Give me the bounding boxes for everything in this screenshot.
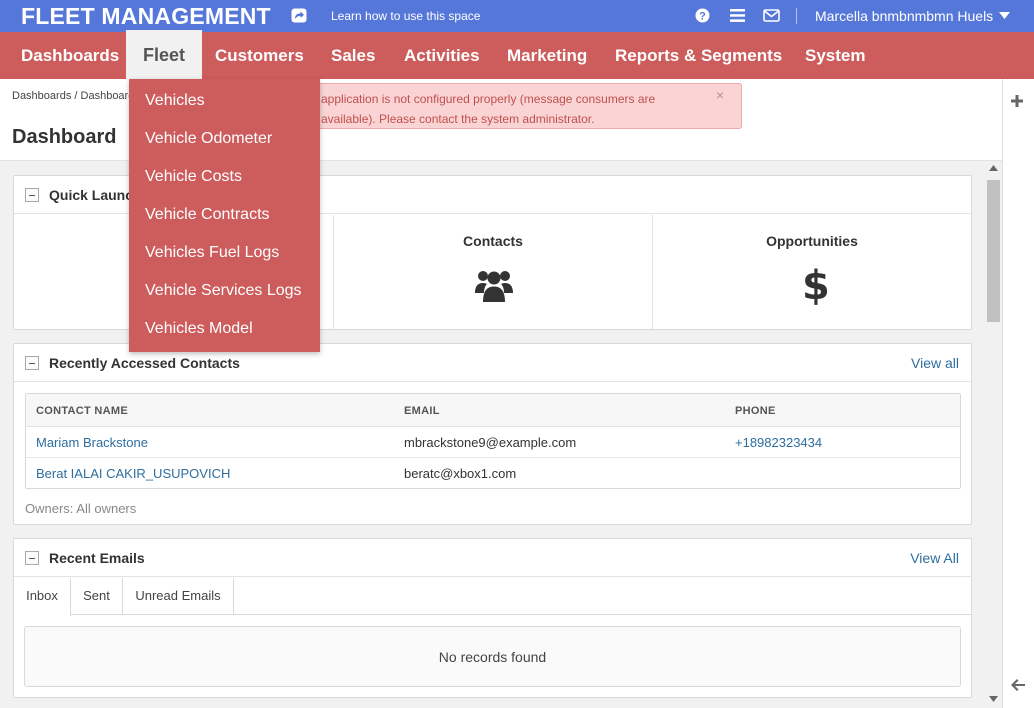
menu-item-vehicle-contracts[interactable]: Vehicle Contracts [145, 206, 270, 224]
arrow-left-icon[interactable] [1011, 679, 1025, 691]
tab-unread-emails[interactable]: Unread Emails [123, 578, 234, 615]
scroll-up-icon[interactable] [989, 165, 998, 171]
alert-message-line-2: available). Please contact the system ad… [321, 112, 595, 126]
alert-message: application is not configured properly (… [321, 89, 711, 129]
scroll-down-icon[interactable] [989, 696, 998, 702]
header-divider [796, 8, 797, 24]
owners-filter-text: Owners: All owners [25, 501, 137, 516]
breadcrumb-dashboards[interactable]: Dashboards [12, 90, 71, 102]
collapse-button[interactable] [25, 188, 39, 202]
tab-sent[interactable]: Sent [71, 578, 123, 615]
table-row[interactable]: Mariam Brackstone mbrackstone9@example.c… [26, 427, 960, 458]
user-menu[interactable]: Marcella bnmbnmbmn Huels [815, 8, 993, 24]
nav-marketing[interactable]: Marketing [507, 32, 587, 79]
column-header-email[interactable]: EMAIL [404, 405, 440, 417]
menu-item-vehicles-model[interactable]: Vehicles Model [145, 320, 253, 338]
nav-fleet[interactable]: Fleet [126, 30, 202, 80]
plus-icon[interactable] [1011, 95, 1023, 107]
widget-title: Recent Emails [49, 550, 145, 566]
widget-title: Recently Accessed Contacts [49, 355, 240, 371]
nav-activities[interactable]: Activities [404, 32, 480, 79]
contact-name[interactable]: Mariam Brackstone [36, 435, 148, 450]
column-header-phone[interactable]: PHONE [735, 405, 776, 417]
close-icon[interactable]: × [716, 87, 724, 103]
app-brand[interactable]: FLEET MANAGEMENT [21, 3, 271, 30]
empty-state-message: No records found [24, 626, 961, 687]
breadcrumb: Dashboards / Dashboard [12, 90, 134, 102]
menu-item-vehicles-fuel-logs[interactable]: Vehicles Fuel Logs [145, 244, 279, 262]
alert-message-line-1: application is not configured properly (… [321, 92, 656, 106]
collapse-button[interactable] [25, 551, 39, 565]
svg-text:?: ? [699, 11, 706, 23]
contact-email: beratc@xbox1.com [404, 466, 517, 481]
menu-item-vehicle-odometer[interactable]: Vehicle Odometer [145, 130, 272, 148]
collapse-button[interactable] [25, 356, 39, 370]
nav-sales[interactable]: Sales [331, 32, 375, 79]
menu-item-vehicle-services-logs[interactable]: Vehicle Services Logs [145, 282, 302, 300]
page-title: Dashboard [12, 126, 117, 148]
table-row[interactable]: Berat IALAI CAKIR_USUPOVICH beratc@xbox1… [26, 458, 960, 489]
contact-name[interactable]: Berat IALAI CAKIR_USUPOVICH [36, 466, 230, 481]
nav-system[interactable]: System [805, 32, 865, 79]
chevron-down-icon[interactable] [999, 12, 1010, 19]
view-all-link[interactable]: View All [910, 550, 959, 566]
tab-inbox[interactable]: Inbox [14, 578, 71, 616]
nav-customers[interactable]: Customers [215, 32, 304, 79]
breadcrumb-separator: / [74, 90, 78, 102]
menu-item-vehicle-costs[interactable]: Vehicle Costs [145, 168, 242, 186]
nav-reports-segments[interactable]: Reports & Segments [615, 32, 782, 79]
contact-email: mbrackstone9@example.com [404, 435, 577, 450]
menu-icon[interactable] [730, 9, 745, 22]
contact-phone[interactable]: +18982323434 [735, 435, 822, 450]
fleet-dropdown-menu: Vehicles Vehicle Odometer Vehicle Costs … [129, 79, 320, 352]
quick-launch-opportunities[interactable]: Opportunities $ [653, 215, 971, 329]
breadcrumb-dashboard[interactable]: Dashboard [81, 90, 135, 102]
users-icon [475, 271, 513, 302]
quick-launch-label: Contacts [463, 233, 523, 249]
error-alert: application is not configured properly (… [290, 83, 742, 129]
recent-contacts-widget: Recently Accessed Contacts View all CONT… [13, 343, 972, 525]
quick-launch-label: Opportunities [766, 233, 858, 249]
widget-header: Recent Emails View All [14, 539, 971, 577]
column-header-contact-name[interactable]: CONTACT NAME [36, 405, 128, 417]
email-tabs: Inbox Sent Unread Emails [14, 578, 971, 616]
top-header: FLEET MANAGEMENT Learn how to use this s… [0, 0, 1034, 32]
mail-icon[interactable] [763, 9, 780, 22]
help-icon[interactable]: ? [695, 8, 710, 23]
view-all-link[interactable]: View all [911, 355, 959, 371]
grid-header: CONTACT NAME EMAIL PHONE [26, 394, 960, 427]
learn-link[interactable]: Learn how to use this space [331, 9, 480, 23]
right-sidebar [1002, 79, 1034, 708]
dollar-icon: $ [802, 263, 830, 309]
recent-emails-widget: Recent Emails View All Inbox Sent Unread… [13, 538, 972, 698]
main-navigation: Dashboards Fleet Customers Sales Activit… [0, 30, 1034, 80]
quick-launch-contacts[interactable]: Contacts [334, 215, 653, 329]
nav-dashboards[interactable]: Dashboards [21, 32, 119, 79]
share-icon[interactable] [291, 8, 307, 23]
scrollbar-thumb[interactable] [987, 180, 1000, 322]
contacts-grid: CONTACT NAME EMAIL PHONE Mariam Bracksto… [25, 393, 961, 489]
menu-item-vehicles[interactable]: Vehicles [145, 92, 205, 110]
